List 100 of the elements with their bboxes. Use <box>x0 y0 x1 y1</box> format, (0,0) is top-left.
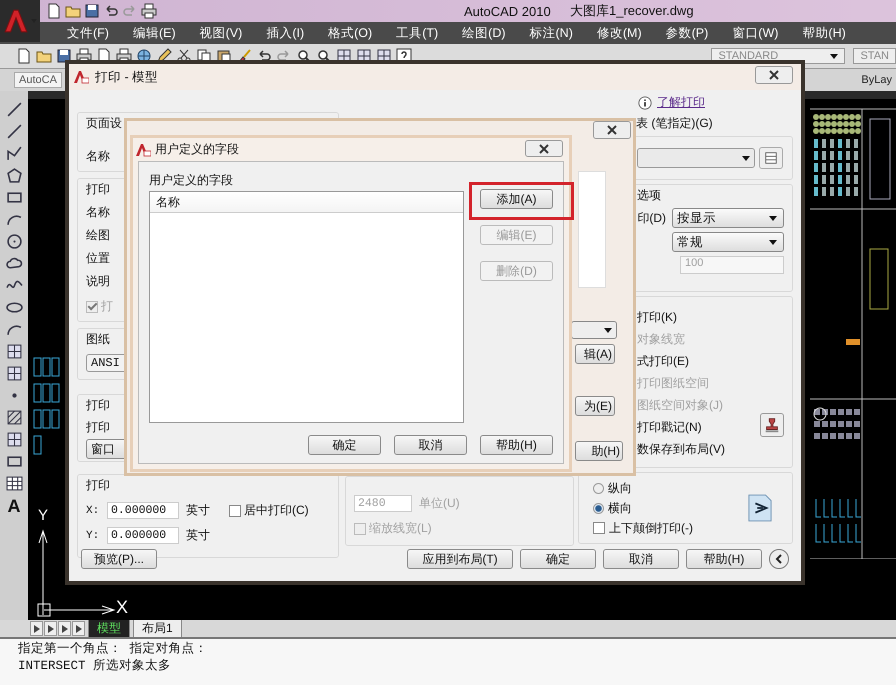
stamp-icon <box>763 416 781 434</box>
close-icon <box>769 70 779 80</box>
menu-item[interactable]: 参数(P) <box>654 24 720 42</box>
dropdown[interactable] <box>571 321 617 339</box>
checkbox-label: 打 <box>101 298 113 315</box>
text-tool-button[interactable]: A <box>8 497 20 515</box>
line-icon[interactable] <box>6 123 22 140</box>
tab-scroll-button[interactable] <box>30 621 43 636</box>
menu-item[interactable]: 编辑(E) <box>120 24 188 42</box>
axis-label: Y <box>38 507 48 524</box>
collapse-button[interactable] <box>769 549 789 569</box>
tab-scroll-button[interactable] <box>58 621 71 636</box>
menu-item[interactable]: 工具(T) <box>384 24 450 42</box>
preview-button[interactable]: 预览(P)... <box>81 549 157 569</box>
cancel-button[interactable]: 取消 <box>603 549 679 569</box>
help-link[interactable]: 了解打印 <box>657 94 705 111</box>
group-label: 打印 <box>86 397 110 414</box>
grid-icon[interactable] <box>6 365 22 382</box>
menu-item[interactable]: 视图(V) <box>188 24 254 42</box>
x-offset-field[interactable]: 0.000000 <box>107 502 179 519</box>
field-label: X: <box>86 504 100 516</box>
unit-label: 单位(U) <box>419 495 460 512</box>
menu-item[interactable]: 文件(F) <box>55 24 121 42</box>
pentagon-icon[interactable] <box>6 167 22 184</box>
menu-item[interactable]: 窗口(W) <box>720 24 790 42</box>
field-label: 说明 <box>86 273 110 290</box>
radio-label: 纵向 <box>608 480 632 496</box>
dialog-button[interactable]: 助(H) <box>575 441 623 461</box>
polyline-icon[interactable] <box>6 145 22 162</box>
dialog-button[interactable]: 帮助(H) <box>480 435 553 455</box>
linetype-dropdown[interactable]: ByLay <box>857 73 896 87</box>
menu-item[interactable]: 格式(O) <box>316 24 384 42</box>
option-label: 打印图纸空间 <box>637 375 709 391</box>
app-logo-icon <box>135 142 151 156</box>
field-label: Y: <box>86 530 100 542</box>
apply-to-layout-button[interactable]: 应用到布局(T) <box>407 549 513 569</box>
tab-scroll-button[interactable] <box>72 621 85 636</box>
caret-icon <box>769 216 777 220</box>
chevron-left-icon <box>774 554 784 564</box>
circle-icon[interactable] <box>6 233 22 250</box>
option-label: 式打印(E) <box>637 353 689 369</box>
help-button[interactable]: 帮助(H) <box>686 549 762 569</box>
unit-label: 英寸 <box>186 527 210 544</box>
line-icon[interactable] <box>6 101 22 118</box>
dialog-button[interactable]: 为(E) <box>575 396 615 416</box>
table-icon[interactable] <box>6 475 22 492</box>
grid-icon[interactable] <box>6 431 22 448</box>
landscape-page-icon <box>748 493 772 523</box>
app-title: AutoCAD 2010 <box>464 4 551 18</box>
option-label: 图纸空间对象(J) <box>637 397 723 413</box>
group-label: 图纸 <box>86 331 110 348</box>
menu-item[interactable]: 插入(I) <box>254 24 316 42</box>
tab-scroll-button[interactable] <box>44 621 57 636</box>
grid-icon[interactable] <box>6 343 22 360</box>
hatch-icon[interactable] <box>6 409 22 426</box>
axis-label: X <box>116 597 128 618</box>
option-label: 打印戳记(N) <box>637 419 702 435</box>
checkbox-label: 缩放线宽(L) <box>369 520 432 537</box>
radio-label: 横向 <box>608 500 632 516</box>
close-button[interactable] <box>755 66 793 84</box>
checkbox[interactable] <box>229 504 241 516</box>
close-button[interactable] <box>525 140 563 157</box>
menu-item[interactable]: 绘图(D) <box>450 24 518 42</box>
edit-style-button[interactable] <box>759 147 783 169</box>
fields-list[interactable]: 名称 <box>149 191 464 423</box>
caret-icon <box>742 156 750 160</box>
dialog-button[interactable]: 确定 <box>308 435 381 455</box>
dialog-button[interactable]: 添加(A) <box>480 189 553 209</box>
close-button[interactable] <box>593 121 631 139</box>
field-label: 打印 <box>86 419 110 436</box>
radio-button[interactable] <box>593 502 604 514</box>
menu-item[interactable]: 帮助(H) <box>790 24 858 42</box>
command-line-text: 指定第一个角点： 指定对角点： <box>18 641 209 658</box>
dialog-button[interactable]: 辑(A) <box>575 344 615 364</box>
layer-dropdown[interactable]: AutoCA <box>14 72 62 88</box>
page-icon[interactable] <box>16 48 32 64</box>
ok-button[interactable]: 确定 <box>520 549 596 569</box>
group-label: 打印 <box>86 477 110 494</box>
file-name: 大图库1_recover.dwg <box>570 2 694 20</box>
command-line-text: INTERSECT 所选对象太多 <box>18 658 172 675</box>
table-icon <box>764 151 778 165</box>
caret-icon <box>769 240 777 244</box>
y-offset-field[interactable]: 0.000000 <box>107 527 179 544</box>
radio-button[interactable] <box>593 482 604 494</box>
checkbox-label: 居中打印(C) <box>244 502 309 519</box>
printer-icon[interactable] <box>141 3 157 19</box>
menu-item[interactable]: 标注(N) <box>518 24 585 42</box>
dialog-button[interactable]: 取消 <box>394 435 467 455</box>
page-icon[interactable] <box>46 3 62 19</box>
shade-plot-dropdown[interactable]: 按显示 <box>672 208 784 228</box>
quality-dropdown[interactable]: 常规 <box>672 232 784 252</box>
group-label: 表 (笔指定)(G) <box>636 115 714 132</box>
option-label: 打印(K) <box>637 309 677 325</box>
menu-item[interactable]: 修改(M) <box>584 24 654 42</box>
stamp-settings-button[interactable] <box>760 413 784 437</box>
option-label: 对象线宽 <box>637 331 685 347</box>
window-title: 用户定义的字段 <box>155 141 239 158</box>
group-label: 打印 <box>86 181 110 198</box>
checkbox[interactable] <box>593 522 605 534</box>
field-label: 绘图 <box>86 227 110 244</box>
